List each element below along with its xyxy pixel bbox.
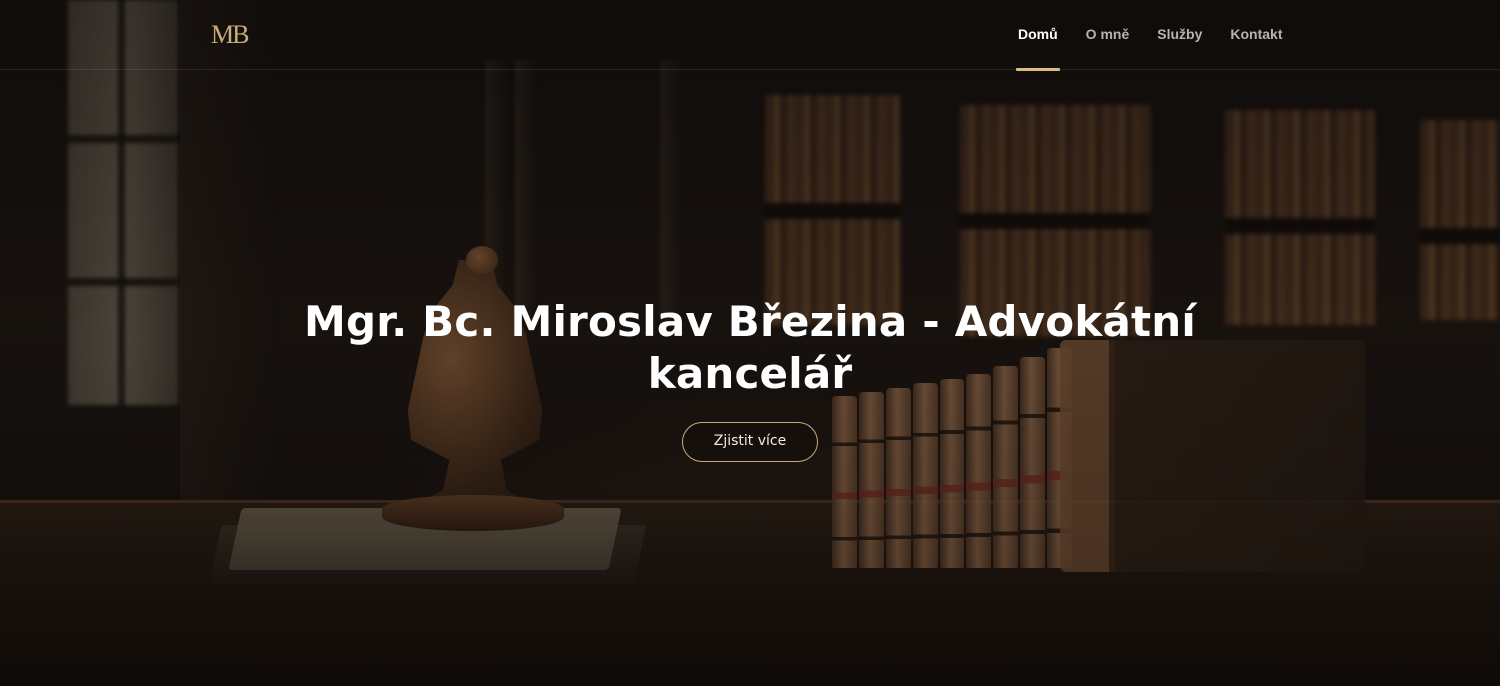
hero-title-line1: Mgr. Bc. Miroslav Březina - Advokátní [304,297,1196,346]
logo[interactable]: MB [211,20,249,50]
learn-more-button[interactable]: Zjistit více [681,422,819,462]
hero-title-line2: kancelář [647,349,853,398]
hero-title: Mgr. Bc. Miroslav Březina - Advokátní ka… [300,296,1200,400]
hero-content: Mgr. Bc. Miroslav Březina - Advokátní ka… [300,296,1200,462]
nav-item-o-mne[interactable]: O mně [1072,0,1144,70]
nav-item-sluzby[interactable]: Služby [1143,0,1216,70]
main-nav: Domů O mně Služby Kontakt [1004,0,1297,71]
site-header: MB Domů O mně Služby Kontakt [0,0,1500,71]
nav-item-kontakt[interactable]: Kontakt [1216,0,1296,70]
nav-item-domu[interactable]: Domů [1004,0,1072,71]
